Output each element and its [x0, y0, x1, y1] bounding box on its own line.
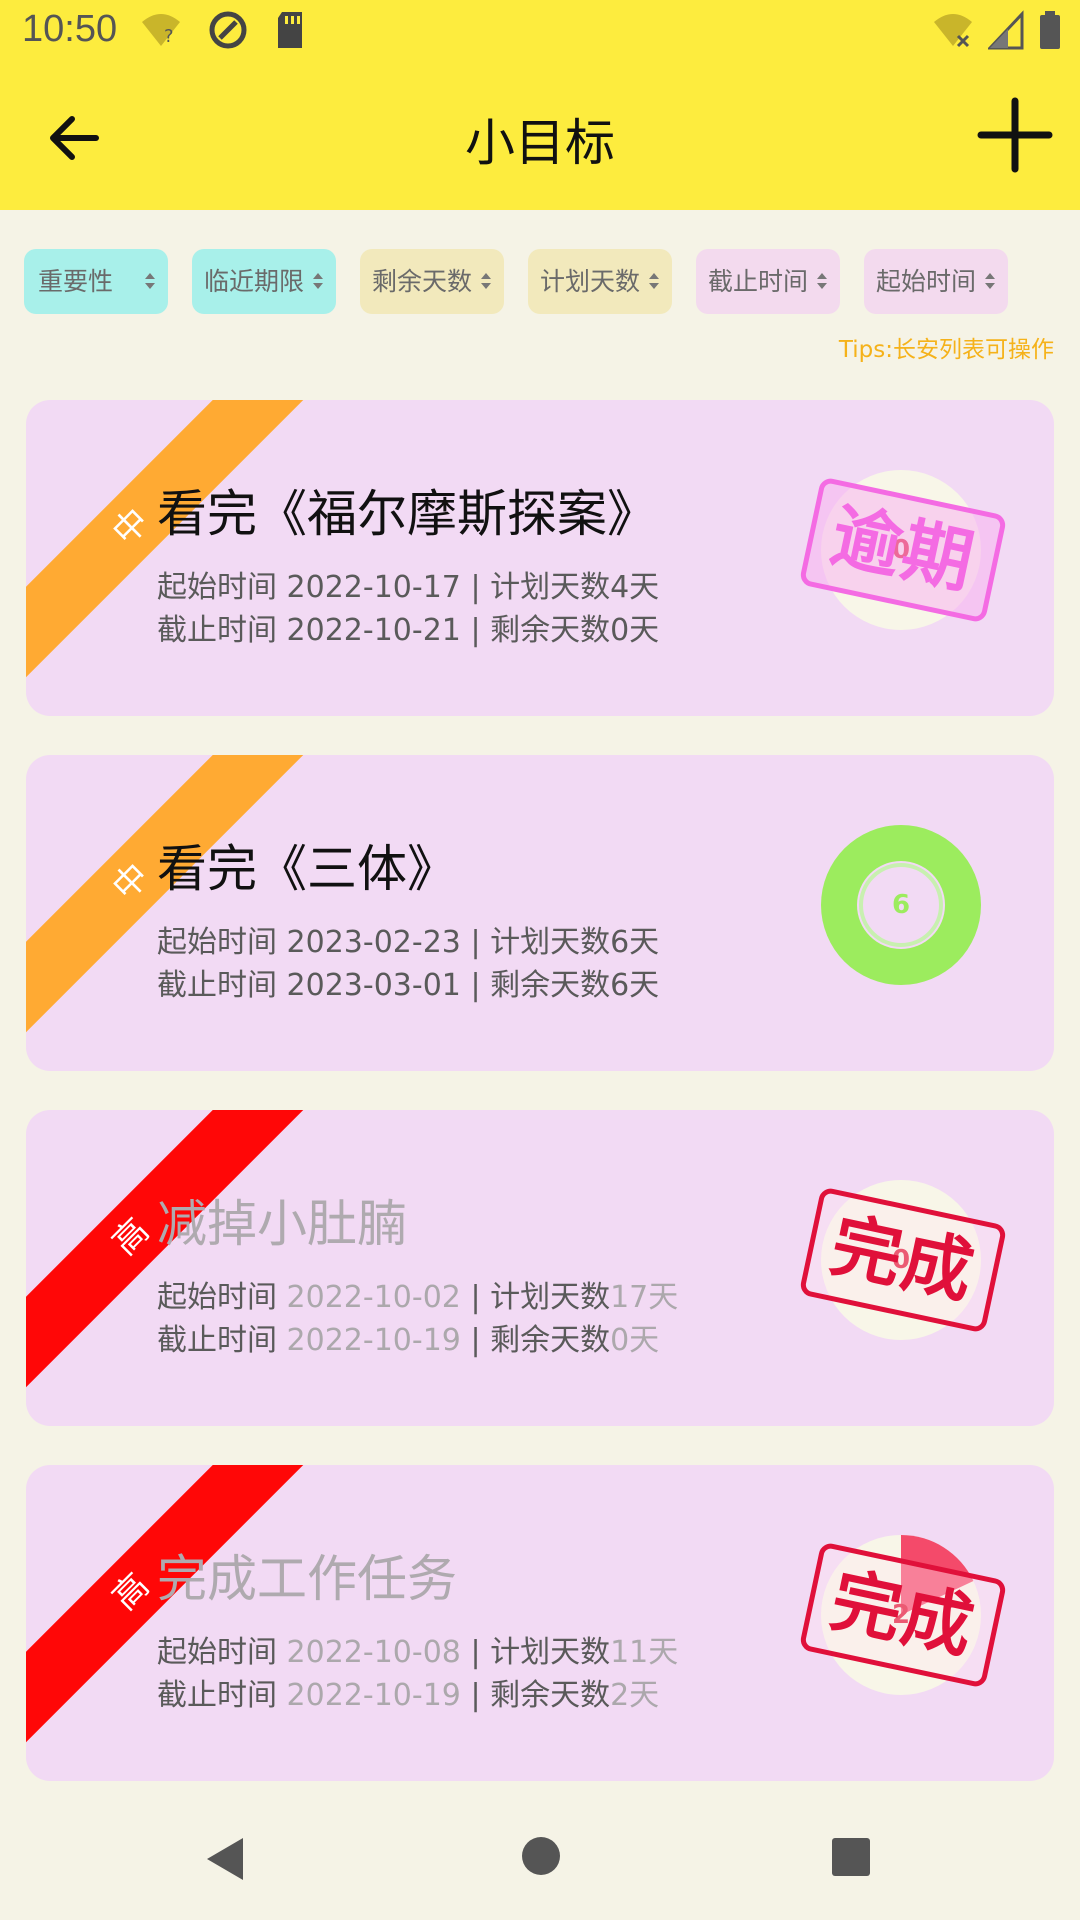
sort-chip-label: 截止时间 [708, 267, 809, 296]
tips-text: Tips:长安列表可操作 [838, 337, 1054, 363]
sort-chip-remaining-days[interactable]: 剩余天数 [360, 249, 504, 314]
battery-icon [1040, 11, 1060, 49]
goal-end-line: 截止时间 2023-03-01 | 剩余天数6天 [157, 968, 660, 1003]
status-icons-left: ? [140, 10, 306, 50]
sort-arrows-icon [985, 273, 995, 289]
sort-chip-label: 剩余天数 [372, 267, 473, 296]
priority-ribbon: 高 [26, 1110, 306, 1412]
nav-recent-icon[interactable] [830, 1836, 872, 1878]
sort-chip-importance[interactable]: 重要性 [24, 249, 168, 314]
wifi-off-icon [934, 14, 972, 48]
goal-end-line: 截止时间 2022-10-21 | 剩余天数0天 [157, 613, 660, 648]
priority-ribbon: 中 [26, 755, 306, 1057]
status-time: 10:50 [22, 8, 118, 50]
sort-arrows-icon [145, 273, 155, 289]
progress-ring: 6 [821, 825, 981, 985]
plus-icon [977, 97, 1053, 173]
goal-start-line: 起始时间 2022-10-08 | 计划天数11天 [157, 1635, 679, 1670]
page-title: 小目标 [465, 114, 615, 172]
goal-card[interactable]: 中 看完《三体》 起始时间 2023-02-23 | 计划天数6天 截止时间 2… [26, 755, 1054, 1071]
goal-card[interactable]: 高 减掉小肚腩 起始时间 2022-10-02 | 计划天数17天 截止时间 2… [26, 1110, 1054, 1426]
goal-start-line: 起始时间 2022-10-02 | 计划天数17天 [157, 1280, 679, 1315]
goal-title: 完成工作任务 [157, 1550, 457, 1608]
sort-chip-label: 起始时间 [876, 267, 977, 296]
goal-title: 减掉小肚腩 [157, 1195, 407, 1253]
nav-home-icon[interactable] [519, 1834, 563, 1878]
goal-start-line: 起始时间 2023-02-23 | 计划天数6天 [157, 925, 660, 960]
ring-value: 6 [891, 890, 911, 920]
wifi-question-icon: ? [142, 14, 180, 47]
svg-text:?: ? [164, 26, 174, 47]
sort-arrows-icon [481, 273, 491, 289]
app-bar: 小目标 [0, 63, 1080, 210]
sd-card-icon [278, 12, 302, 48]
goal-card[interactable]: 中 看完《福尔摩斯探案》 起始时间 2022-10-17 | 计划天数4天 截止… [26, 400, 1054, 716]
sort-arrows-icon [817, 273, 827, 289]
goal-title: 看完《三体》 [157, 840, 457, 898]
sort-chip-end-time[interactable]: 截止时间 [696, 249, 840, 314]
add-goal-button[interactable] [975, 95, 1055, 175]
at-sign-icon [209, 11, 247, 49]
sort-chip-start-time[interactable]: 起始时间 [864, 249, 1008, 314]
sort-arrows-icon [313, 273, 323, 289]
sort-chip-label: 临近期限 [204, 267, 305, 296]
sort-chip-plan-days[interactable]: 计划天数 [528, 249, 672, 314]
goal-card[interactable]: 高 完成工作任务 起始时间 2022-10-08 | 计划天数11天 截止时间 … [26, 1465, 1054, 1781]
sort-chip-label: 计划天数 [540, 267, 641, 296]
status-icons-right [932, 10, 1062, 50]
sort-chip-deadline-near[interactable]: 临近期限 [192, 249, 336, 314]
goal-title: 看完《福尔摩斯探案》 [157, 485, 657, 543]
navigation-bar [0, 1812, 1080, 1920]
nav-back-icon[interactable] [203, 1834, 247, 1884]
signal-icon [988, 10, 1024, 50]
status-bar: 10:50 ? [0, 0, 1080, 63]
sort-chip-label: 重要性 [38, 267, 114, 296]
priority-ribbon: 高 [26, 1465, 306, 1767]
goal-end-line: 截止时间 2022-10-19 | 剩余天数2天 [157, 1678, 660, 1713]
goal-start-line: 起始时间 2022-10-17 | 计划天数4天 [157, 570, 660, 605]
priority-ribbon: 中 [26, 400, 306, 702]
goal-end-line: 截止时间 2022-10-19 | 剩余天数0天 [157, 1323, 660, 1358]
sort-arrows-icon [649, 273, 659, 289]
